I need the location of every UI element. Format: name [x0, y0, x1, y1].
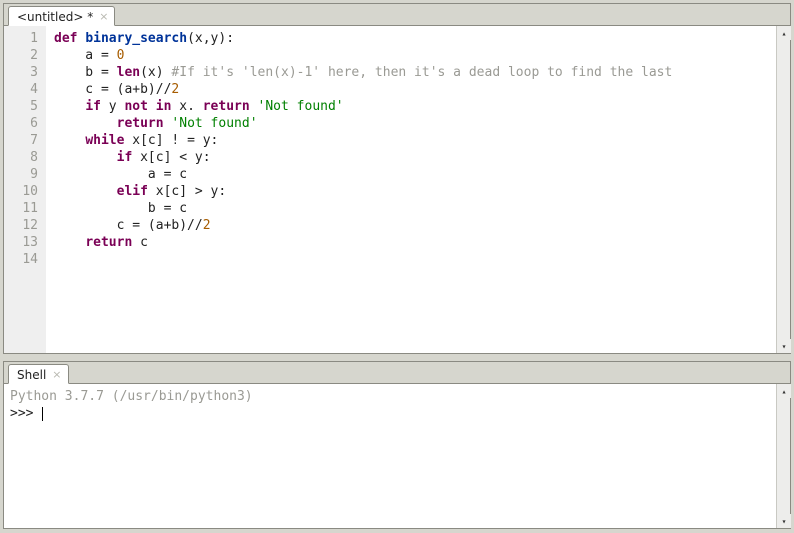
shell-tab-label: Shell: [17, 368, 46, 382]
editor-content: 1234567891011121314 def binary_search(x,…: [4, 26, 790, 353]
shell-scrollbar[interactable]: ▴ ▾: [776, 384, 790, 528]
shell-prompt: >>>: [10, 406, 41, 421]
editor-tab-bar: <untitled> * ×: [4, 4, 790, 26]
scroll-up-icon[interactable]: ▴: [777, 26, 791, 40]
shell-cursor: [42, 407, 43, 421]
scroll-down-icon[interactable]: ▾: [777, 339, 791, 353]
scroll-up-icon[interactable]: ▴: [777, 384, 791, 398]
line-number-gutter: 1234567891011121314: [4, 26, 46, 353]
editor-tab-untitled[interactable]: <untitled> * ×: [8, 6, 115, 26]
editor-scrollbar[interactable]: ▴ ▾: [776, 26, 790, 353]
shell-terminal[interactable]: Python 3.7.7 (/usr/bin/python3) >>>: [4, 384, 776, 528]
shell-content: Python 3.7.7 (/usr/bin/python3) >>> ▴ ▾: [4, 384, 790, 528]
shell-pane: Shell × Python 3.7.7 (/usr/bin/python3) …: [3, 361, 791, 529]
shell-tab[interactable]: Shell ×: [8, 364, 69, 384]
shell-tab-bar: Shell ×: [4, 362, 790, 384]
close-icon[interactable]: ×: [52, 368, 61, 381]
scroll-down-icon[interactable]: ▾: [777, 514, 791, 528]
close-icon[interactable]: ×: [99, 10, 108, 23]
shell-banner: Python 3.7.7 (/usr/bin/python3): [10, 389, 253, 404]
editor-pane: <untitled> * × 1234567891011121314 def b…: [3, 3, 791, 354]
editor-tab-label: <untitled> *: [17, 10, 93, 24]
code-editor[interactable]: def binary_search(x,y): a = 0 b = len(x)…: [46, 26, 776, 353]
